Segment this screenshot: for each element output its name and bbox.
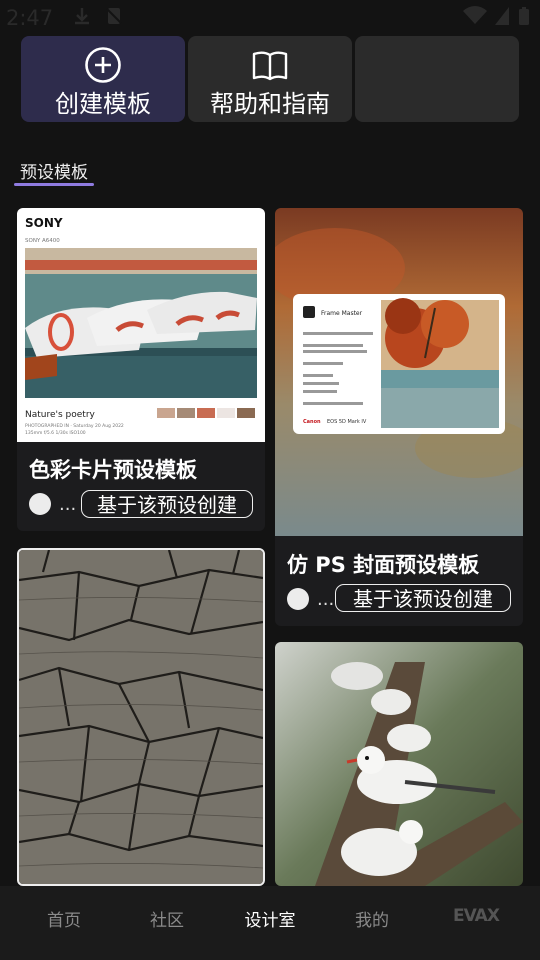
- book-icon: [252, 51, 288, 81]
- empty-action-slot[interactable]: [355, 36, 519, 122]
- bottom-nav: 首页 社区 设计室 我的 EVAX: [0, 886, 540, 960]
- action-row: 创建模板 帮助和指南: [21, 36, 519, 122]
- create-template-label: 创建模板: [55, 90, 151, 118]
- download-icon: [75, 8, 89, 25]
- create-from-preset-button[interactable]: 基于该预设创建: [335, 584, 511, 612]
- nav-home[interactable]: 首页: [24, 906, 104, 931]
- no-sim-icon: [106, 8, 122, 24]
- battery-icon: [519, 7, 529, 25]
- nav-community[interactable]: 社区: [127, 906, 207, 931]
- preview-meta: PHOTOGRAPHED IN · Saturday 20 Aug 2022: [25, 423, 124, 429]
- nav-evax[interactable]: EVAX: [436, 906, 516, 926]
- signal-icon: [495, 7, 509, 25]
- preset-templates-tab[interactable]: 预设模板: [14, 158, 94, 183]
- template-card-ps-cover[interactable]: Frame Master Canon EOS 5D Mark IV 仿 PS 封…: [275, 208, 523, 626]
- seagulls-preview-image: [275, 642, 523, 886]
- create-from-preset-button[interactable]: 基于该预设创建: [81, 490, 253, 518]
- author-more: ...: [59, 494, 77, 515]
- preview-meta2: 135mm f/5.6 1/30s ISO100: [25, 430, 86, 436]
- preview-caption: Nature's poetry: [25, 410, 96, 420]
- wifi-icon: [463, 6, 487, 25]
- author-logo-icon: [29, 493, 51, 515]
- ps-cover-preview-image: Frame Master Canon EOS 5D Mark IV: [275, 208, 523, 536]
- nav-design-studio[interactable]: 设计室: [230, 906, 310, 931]
- preview-model: SONY A6400: [25, 238, 60, 244]
- template-card-seagulls[interactable]: [275, 642, 523, 886]
- svg-text:Canon: Canon: [303, 419, 321, 425]
- author-logo-icon: [287, 588, 309, 610]
- status-time: 2:47: [6, 6, 54, 30]
- preview-app-name: Frame Master: [321, 310, 363, 317]
- wood-texture-preview-image: [19, 550, 263, 884]
- nav-mine[interactable]: 我的: [332, 906, 412, 931]
- preview-brand: SONY: [25, 216, 63, 230]
- status-bar: 2:47: [0, 0, 540, 36]
- help-guide-button[interactable]: 帮助和指南: [188, 36, 352, 122]
- tab-indicator: [14, 183, 94, 186]
- card-title: 仿 PS 封面预设模板: [287, 553, 480, 577]
- preview-camera: EOS 5D Mark IV: [327, 419, 367, 425]
- card-title: 色彩卡片预设模板: [29, 458, 197, 482]
- template-card-wood-texture[interactable]: [17, 548, 265, 886]
- color-card-preview-image: SONY SONY A6400 Nature's poetry PHOTOGRA…: [17, 208, 265, 442]
- create-template-button[interactable]: 创建模板: [21, 36, 185, 122]
- template-card-color-card[interactable]: SONY SONY A6400 Nature's poetry PHOTOGRA…: [17, 208, 265, 531]
- plus-circle-icon: [85, 47, 121, 83]
- author-more: ...: [317, 589, 335, 610]
- help-guide-label: 帮助和指南: [210, 90, 330, 118]
